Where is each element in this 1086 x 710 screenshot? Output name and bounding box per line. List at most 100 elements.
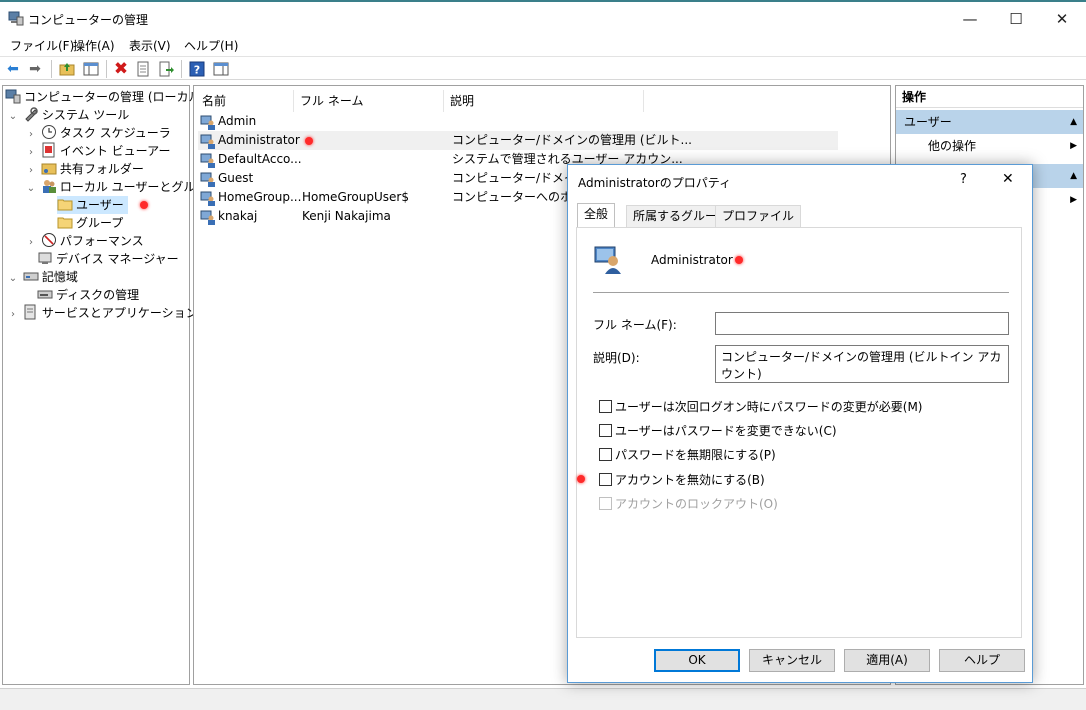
tree-item-services-apps[interactable]: › サービスとアプリケーション: [7, 304, 198, 322]
cell-name: Administrator: [218, 133, 300, 147]
checkbox-label: アカウントのロックアウト(O): [615, 497, 778, 511]
delete-x-icon[interactable]: ✖: [112, 59, 130, 79]
user-icon: [200, 210, 215, 225]
table-row[interactable]: Admin: [198, 112, 838, 131]
device-manager-icon: [38, 252, 52, 264]
folder-icon: [57, 217, 73, 229]
cell-name: Admin: [218, 114, 257, 128]
tree-item-storage[interactable]: ⌄ 記憶域: [7, 268, 78, 286]
arrow-right-icon[interactable]: ▶: [1070, 195, 1077, 205]
tree-item-system-tools[interactable]: ⌄ システム ツール: [7, 106, 129, 124]
description-field[interactable]: コンピューター/ドメインの管理用 (ビルトイン アカウント): [715, 345, 1009, 383]
checkbox-box[interactable]: [599, 473, 612, 486]
tree-label: グループ: [76, 216, 124, 230]
properties-dialog: Administratorのプロパティ ? ✕ 全般 所属するグループ プロファ…: [567, 164, 1033, 683]
dialog-help-button[interactable]: ?: [960, 172, 967, 187]
tree-item-shared-folders[interactable]: › 共有フォルダー: [25, 160, 144, 178]
actions-header: 操作: [896, 86, 1083, 108]
maximize-button[interactable]: ☐: [994, 6, 1038, 32]
console-tree-icon[interactable]: [82, 60, 100, 78]
tree-label: 記憶域: [41, 270, 78, 284]
tab-profile[interactable]: プロファイル: [715, 205, 802, 227]
view-pane-icon[interactable]: [212, 60, 230, 78]
menu-help[interactable]: ヘルプ(H): [184, 37, 238, 54]
section-label: ユーザー: [904, 115, 952, 129]
help-button[interactable]: ヘルプ: [939, 649, 1025, 672]
checkbox-password-never-expires[interactable]: パスワードを無期限にする(P): [599, 447, 776, 465]
toolbar-separator: [181, 60, 182, 78]
user-icon: [200, 172, 215, 187]
cell-fullname: Kenji Nakajima: [302, 209, 391, 223]
tree-item-task-scheduler[interactable]: › タスク スケジューラ: [25, 124, 171, 142]
cell-name: Guest: [218, 171, 254, 185]
minimize-button[interactable]: —: [948, 6, 992, 32]
tree-item-performance[interactable]: › パフォーマンス: [25, 232, 144, 250]
toolbar-separator: [106, 60, 107, 78]
checkbox-cannot-change-password[interactable]: ユーザーはパスワードを変更できない(C): [599, 423, 837, 441]
table-row[interactable]: Administrator コンピューター/ドメインの管理用 (ビルト...: [198, 131, 838, 150]
tree-item-groups[interactable]: グループ: [57, 214, 123, 232]
chevron-down-icon[interactable]: ⌄: [25, 180, 37, 198]
divider: [593, 292, 1009, 293]
menu-file[interactable]: ファイル(F): [10, 37, 74, 54]
chevron-down-icon[interactable]: ⌄: [7, 108, 19, 126]
properties-icon[interactable]: [134, 60, 152, 78]
column-header-fullname[interactable]: フル ネーム: [294, 90, 444, 112]
tree-label: パフォーマンス: [59, 234, 144, 248]
tree-item-local-users-groups[interactable]: ⌄ ローカル ユーザーとグループ: [25, 178, 219, 196]
chevron-right-icon[interactable]: ›: [25, 234, 37, 252]
tree-item-users[interactable]: ユーザー: [57, 196, 128, 214]
up-folder-icon[interactable]: [58, 60, 76, 78]
tab-general[interactable]: 全般: [577, 203, 616, 228]
actions-section-users[interactable]: ユーザー ▲: [896, 110, 1083, 134]
cancel-button[interactable]: キャンセル: [749, 649, 835, 672]
tree-label: ディスクの管理: [56, 288, 140, 302]
column-header-name[interactable]: 名前: [196, 90, 294, 112]
collapse-up-icon[interactable]: ▲: [1070, 164, 1077, 188]
checkbox-box[interactable]: [599, 448, 612, 461]
toolbar-separator: [51, 60, 52, 78]
column-header-description[interactable]: 説明: [444, 90, 644, 112]
user-icon: [200, 134, 215, 149]
chevron-right-icon[interactable]: ›: [7, 306, 19, 324]
red-marker: [735, 256, 743, 264]
back-arrow-icon[interactable]: ⬅: [4, 60, 22, 78]
checkbox-must-change-password[interactable]: ユーザーは次回ログオン時にパスワードの変更が必要(M): [599, 399, 922, 417]
checkbox-account-disabled[interactable]: アカウントを無効にする(B): [599, 472, 765, 490]
checkbox-label: ユーザーはパスワードを変更できない(C): [615, 424, 837, 438]
dialog-close-button[interactable]: ✕: [1002, 171, 1014, 187]
forward-arrow-icon[interactable]: ➡: [26, 60, 44, 78]
tree-item-event-viewer[interactable]: › イベント ビューアー: [25, 142, 170, 160]
export-list-icon[interactable]: [157, 60, 175, 78]
user-icon: [200, 191, 215, 206]
ok-button[interactable]: OK: [654, 649, 740, 672]
checkbox-box[interactable]: [599, 424, 612, 437]
general-tab-panel: Administrator フル ネーム(F): 説明(D): コンピューター/…: [576, 227, 1022, 638]
checkbox-box[interactable]: [599, 400, 612, 413]
menu-view[interactable]: 表示(V): [129, 37, 171, 54]
help-icon[interactable]: ?: [188, 60, 206, 78]
toolbar: ⬅ ➡ ✖ ?: [0, 56, 1086, 80]
tree-item-device-manager[interactable]: デバイス マネージャー: [37, 250, 179, 268]
tree-label: イベント ビューアー: [59, 144, 171, 158]
computer-management-icon: [5, 89, 21, 104]
tree-label: ユーザー: [76, 198, 124, 212]
arrow-right-icon[interactable]: ▶: [1070, 141, 1077, 151]
status-bar: [0, 688, 1086, 710]
collapse-up-icon[interactable]: ▲: [1070, 110, 1077, 134]
tree-label: コンピューターの管理 (ローカル): [24, 90, 206, 104]
chevron-down-icon[interactable]: ⌄: [7, 270, 19, 288]
user-account-icon: [594, 246, 621, 274]
apply-button[interactable]: 適用(A): [844, 649, 930, 672]
tree-item-disk-management[interactable]: ディスクの管理: [37, 286, 139, 304]
tree-item-root[interactable]: コンピューターの管理 (ローカル): [5, 88, 218, 106]
menu-bar: ファイル(F) 操作(A) 表示(V) ヘルプ(H): [0, 34, 1086, 56]
menu-action[interactable]: 操作(A): [73, 37, 115, 54]
user-icon: [200, 153, 215, 168]
console-tree: コンピューターの管理 (ローカル) ⌄ システム ツール › タスク スケジュー…: [2, 85, 219, 685]
tree-label: システム ツール: [41, 108, 130, 122]
fullname-field[interactable]: [715, 312, 1009, 335]
close-button[interactable]: ✕: [1040, 6, 1084, 32]
performance-icon: [41, 233, 56, 247]
more-actions-item[interactable]: 他の操作: [928, 135, 976, 157]
